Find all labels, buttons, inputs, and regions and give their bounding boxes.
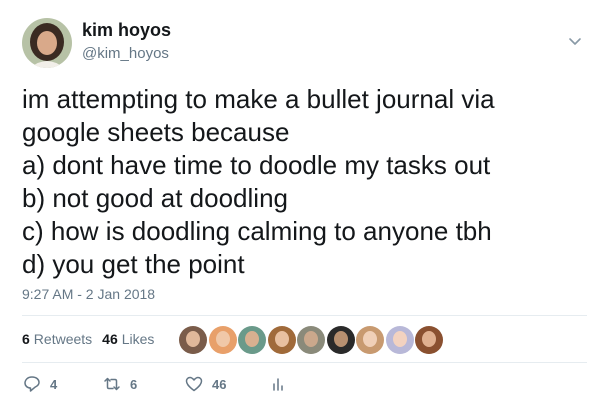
author-avatar[interactable] [22, 18, 72, 68]
liker-avatar[interactable] [208, 326, 237, 354]
liker-avatar[interactable] [356, 326, 384, 354]
retweets-stat[interactable]: 6 Retweets [22, 331, 92, 347]
liker-avatar[interactable] [385, 326, 414, 354]
liker-avatar[interactable] [326, 326, 355, 354]
tweet-timestamp[interactable]: 9:27 AM - 2 Jan 2018 [22, 286, 155, 302]
reply-count: 4 [50, 376, 58, 392]
like-button[interactable]: 46 [184, 374, 268, 394]
retweets-label: Retweets [33, 331, 93, 347]
chevron-down-icon[interactable] [566, 32, 584, 50]
author-name[interactable]: kim hoyos [82, 20, 171, 41]
like-count: 46 [212, 376, 227, 392]
heart-icon [185, 376, 203, 392]
reply-button[interactable]: 4 [22, 374, 102, 394]
divider-bottom [22, 362, 587, 363]
liker-avatar[interactable] [238, 326, 266, 354]
tweet-actions: 4 6 46 [22, 374, 288, 394]
tweet-stats: 6 Retweets 46 Likes [22, 331, 164, 347]
divider-top [22, 315, 587, 316]
liker-avatar[interactable] [179, 326, 207, 354]
retweet-button[interactable]: 6 [102, 374, 184, 394]
retweets-count: 6 [22, 331, 30, 347]
liker-avatar[interactable] [297, 326, 325, 354]
analytics-button[interactable] [268, 374, 288, 394]
liker-avatar[interactable] [267, 326, 296, 354]
likes-label: Likes [121, 331, 155, 347]
likes-stat[interactable]: 46 Likes [102, 331, 154, 347]
analytics-icon [273, 378, 283, 391]
retweet-icon [104, 377, 120, 391]
reply-icon [24, 376, 40, 392]
liker-avatars [179, 326, 445, 354]
likes-count: 46 [102, 331, 118, 347]
author-avatar-image [22, 18, 72, 68]
tweet-text: im attempting to make a bullet journal v… [22, 84, 495, 279]
liker-avatar[interactable] [415, 326, 443, 354]
author-handle[interactable]: @kim_hoyos [82, 45, 169, 62]
retweet-count: 6 [130, 376, 138, 392]
